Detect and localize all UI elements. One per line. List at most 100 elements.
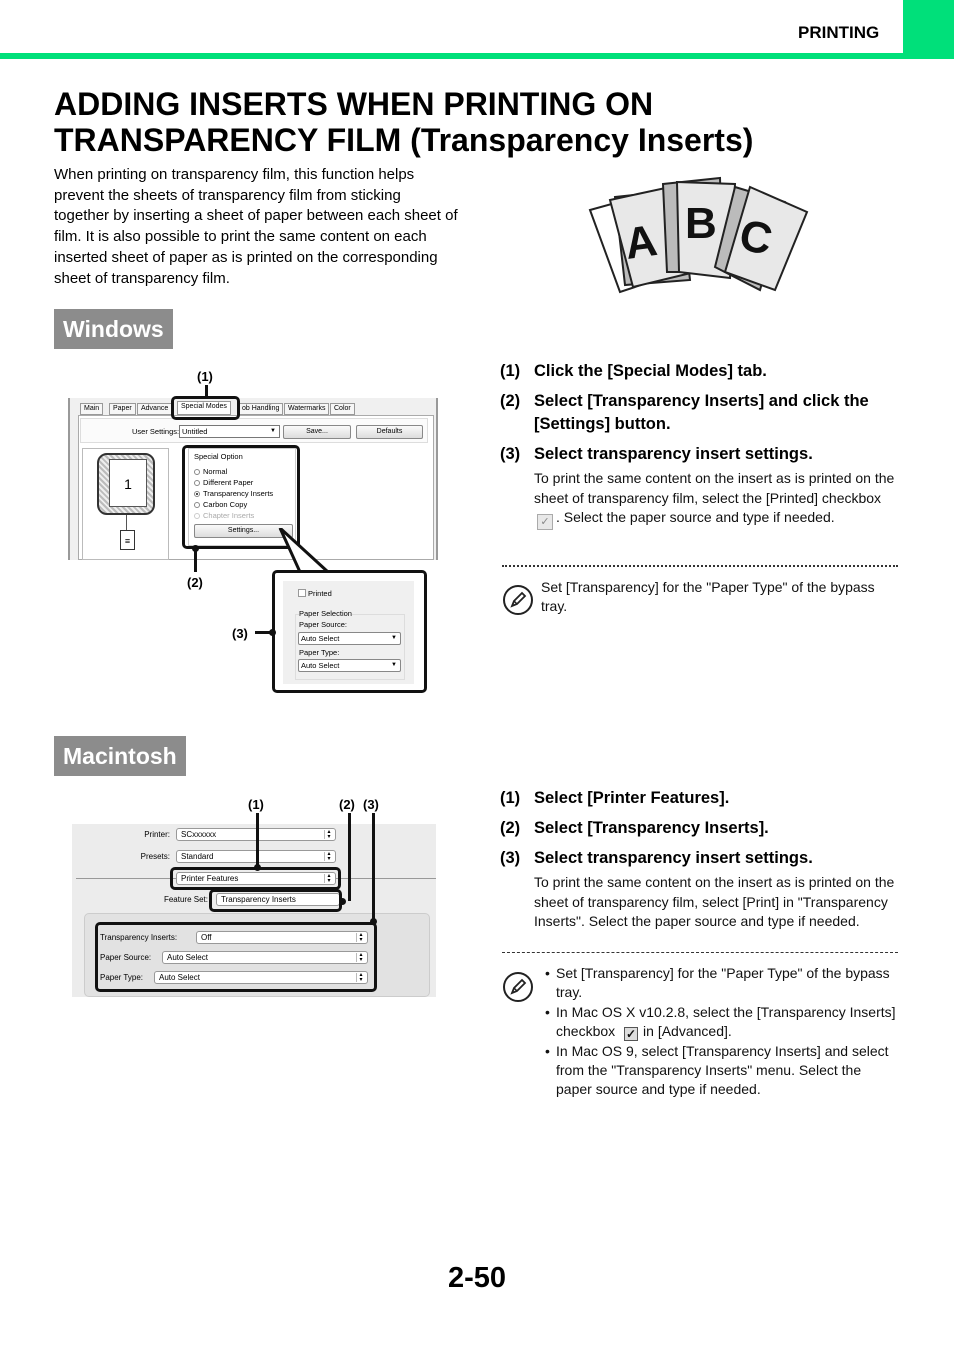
user-settings-label: User Settings:	[132, 427, 180, 436]
mac-callout-1: (1)	[248, 797, 264, 812]
tab-job-handling[interactable]: ob Handling	[238, 403, 284, 415]
save-button[interactable]: Save...	[283, 425, 351, 439]
step-number: (3)	[500, 445, 521, 463]
paper-source-value: Auto Select	[301, 634, 340, 643]
mac-callout-2-dot	[339, 898, 346, 905]
stepper-arrows-icon: ▴ ▾	[324, 851, 333, 862]
windows-step-2: (2) Select [Transparency Inserts] and cli…	[500, 390, 900, 436]
callout-3: (3)	[232, 626, 248, 641]
mac-callout-2: (2)	[339, 797, 355, 812]
paper-source-select[interactable]: Auto Select ▼	[298, 632, 401, 645]
stepper-arrows-icon: ▴ ▾	[324, 829, 333, 840]
intro-paragraph: When printing on transparency film, this…	[54, 166, 458, 287]
mac-note-item: In Mac OS X v10.2.8, select the [Transpa…	[543, 1003, 898, 1041]
paper-source-label: Paper Source:	[299, 620, 347, 629]
note-pencil-icon	[503, 585, 533, 615]
paper-type-label: Paper Type:	[299, 648, 340, 657]
step-number: (1)	[500, 362, 521, 380]
paper-type-select[interactable]: Auto Select ▼	[298, 659, 401, 672]
highlight-insert-settings	[95, 922, 377, 992]
step-number: (2)	[500, 392, 521, 410]
tab-watermarks[interactable]: Watermarks	[284, 403, 330, 415]
mac-callout-3-leader	[372, 813, 375, 923]
paper-type-value: Auto Select	[301, 661, 340, 670]
mac-callout-2-leader	[348, 813, 351, 901]
tab-main[interactable]: Main	[80, 403, 104, 415]
highlight-feature-set	[209, 889, 342, 912]
preview-page: 1	[109, 459, 147, 507]
transparency-sheets-illustration: A B C	[588, 176, 809, 294]
mac-callout-3: (3)	[363, 797, 379, 812]
note-text: in [Advanced].	[643, 1023, 732, 1039]
presets-value: Standard	[181, 852, 214, 861]
paper-selection-label: Paper Selection	[299, 609, 352, 618]
title-line-2: TRANSPARENCY FILM (Transparency Inserts)	[54, 122, 754, 158]
tab-color[interactable]: Color	[330, 403, 355, 415]
step-text: Select [Printer Features].	[534, 789, 730, 807]
windows-step-3-description: To print the same content on the insert …	[534, 469, 900, 530]
mac-callout-3-dot	[370, 918, 377, 925]
windows-step-3: (3) Select transparency insert settings.	[500, 443, 900, 466]
printed-label: Printed	[308, 589, 332, 598]
printer-label: Printer:	[144, 830, 170, 839]
mac-callout-1-leader	[256, 813, 259, 867]
mac-note-item: Set [Transparency] for the "Paper Type" …	[543, 964, 898, 1002]
note-divider	[502, 565, 898, 567]
mac-note-pencil-icon	[503, 972, 533, 1002]
callout-1-leader	[205, 385, 208, 397]
macintosh-badge: Macintosh	[54, 736, 186, 776]
checked-checkbox-icon: ✓	[624, 1027, 639, 1041]
letter-b: B	[685, 199, 717, 248]
printed-checkbox-row[interactable]: Printed	[298, 589, 332, 598]
highlight-special-modes-tab	[171, 396, 240, 420]
callout-3-dot	[269, 629, 276, 636]
mac-steps: (1) Select [Printer Features]. (2) Select …	[500, 787, 900, 932]
windows-note: Set [Transparency] for the "Paper Type" …	[541, 579, 875, 614]
user-settings-select[interactable]: Untitled ▼	[179, 425, 280, 438]
checked-checkbox-icon: ✓	[537, 514, 553, 530]
tab-advanced[interactable]: Advance	[137, 403, 173, 415]
document-icon: ≡	[120, 530, 135, 550]
step-text: Select [Transparency Inserts].	[534, 819, 769, 837]
defaults-button[interactable]: Defaults	[356, 425, 423, 439]
mac-notes: Set [Transparency] for the "Paper Type" …	[543, 964, 898, 1100]
section-label: PRINTING	[798, 23, 880, 42]
windows-step-1: (1) Click the [Special Modes] tab.	[500, 360, 900, 383]
callout-1: (1)	[197, 369, 213, 384]
desc-text: . Select the paper source and type if ne…	[556, 509, 835, 525]
mac-step-1: (1) Select [Printer Features].	[500, 787, 900, 810]
header-accent-block	[903, 0, 954, 56]
windows-badge: Windows	[54, 309, 173, 349]
windows-steps: (1) Click the [Special Modes] tab. (2) Sel…	[500, 360, 900, 530]
presets-label: Presets:	[140, 852, 170, 861]
feature-set-label: Feature Set:	[163, 895, 208, 904]
mac-callout-1-dot	[254, 864, 261, 871]
dropdown-arrow-icon: ▼	[391, 635, 397, 641]
mac-note-item: In Mac OS 9, select [Transparency Insert…	[543, 1042, 898, 1099]
callout-2-leader	[194, 548, 197, 572]
title-line-1: ADDING INSERTS WHEN PRINTING ON	[54, 86, 654, 122]
step-number: (1)	[500, 789, 521, 807]
mac-note-divider	[502, 952, 898, 953]
step-number: (2)	[500, 819, 521, 837]
step-text: Select transparency insert settings.	[534, 445, 813, 463]
page-number: 2-50	[447, 1262, 507, 1294]
mac-step-3-description: To print the same content on the insert …	[534, 874, 895, 929]
printer-value: SCxxxxxx	[181, 830, 217, 839]
step-text: Select transparency insert settings.	[534, 849, 813, 867]
mac-step-2: (2) Select [Transparency Inserts].	[500, 817, 900, 840]
dropdown-arrow-icon: ▼	[391, 662, 397, 668]
step-number: (3)	[500, 849, 521, 867]
user-settings-value: Untitled	[182, 427, 208, 436]
step-text: Select [Transparency Inserts] and click …	[534, 392, 869, 433]
tab-paper[interactable]: Paper	[109, 403, 136, 415]
callout-2: (2)	[187, 575, 203, 590]
checkbox-icon	[298, 589, 306, 597]
mac-step-3: (3) Select transparency insert settings.	[500, 847, 900, 870]
preview-connector	[126, 515, 127, 531]
dropdown-arrow-icon: ▼	[270, 428, 276, 434]
header-rule	[0, 53, 954, 59]
step-text: Click the [Special Modes] tab.	[534, 362, 767, 380]
page-title: ADDING INSERTS WHEN PRINTING ON TRANSPAR…	[54, 86, 914, 158]
letter-a: A	[622, 216, 660, 269]
